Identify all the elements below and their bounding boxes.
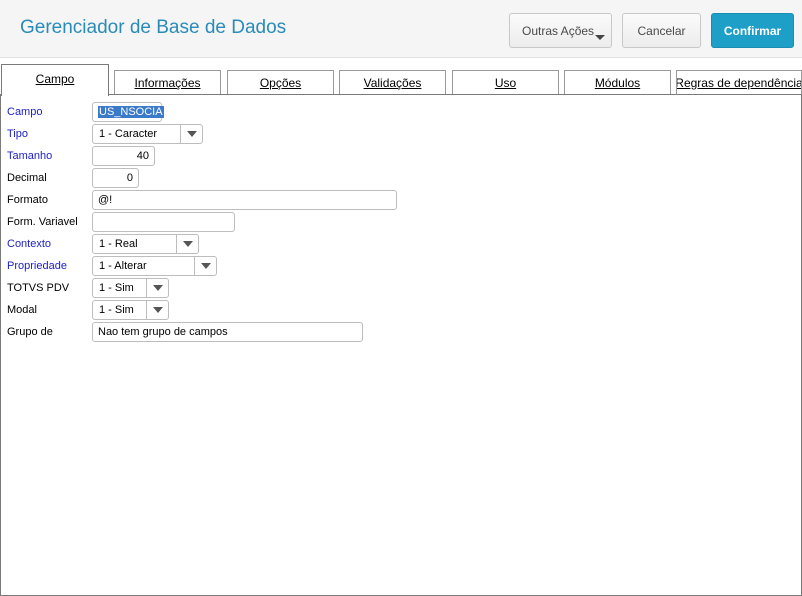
grupo-de-value: Nao tem grupo de campos [98,326,228,338]
campo-value: US_NSOCIA [98,106,164,118]
dropdown-arrow-icon [152,285,163,291]
tab-uso[interactable]: Uso [452,70,559,95]
tab-regras-dependencia[interactable]: Regras de dependência [676,70,802,95]
totvs-pdv-label: TOTVS PDV [7,282,70,294]
totvs-pdv-select[interactable]: 1 - Sim [92,278,169,298]
tab-campo[interactable]: Campo [1,64,109,96]
formato-label: Formato [7,194,48,206]
propriedade-label: Propriedade [7,260,67,272]
contexto-select[interactable]: 1 - Real [92,234,199,254]
campo-label: Campo [7,106,43,118]
contexto-value: 1 - Real [99,238,138,250]
propriedade-select[interactable]: 1 - Alterar [92,256,217,276]
contexto-label: Contexto [7,238,52,250]
propriedade-value: 1 - Alterar [99,260,147,272]
grupo-de-label: Grupo de [7,326,53,338]
grupo-de-input[interactable]: Nao tem grupo de campos [92,322,363,342]
decimal-label: Decimal [7,172,47,184]
page-title: Gerenciador de Base de Dados [20,17,287,38]
tab-informacoes[interactable]: Informações [114,70,221,95]
tab-validacoes[interactable]: Validações [339,70,446,95]
tamanho-value: 40 [136,150,149,162]
form-variavel-input[interactable] [92,212,235,232]
tipo-value: 1 - Caracter [99,128,158,140]
formato-input[interactable]: @! [92,190,397,210]
modal-label: Modal [7,304,37,316]
formato-value: @! [98,194,113,206]
header-bar: Gerenciador de Base de Dados Outras Açõe… [0,0,802,58]
tab-bar: Campo Informações Opções Validações Uso … [0,64,802,96]
other-actions-button[interactable]: Outras Ações [509,13,612,48]
other-actions-label: Outras Ações [522,23,595,38]
tamanho-input[interactable]: 40 [92,146,155,166]
modal-value: 1 - Sim [99,304,134,316]
chevron-down-icon [595,35,605,40]
dropdown-arrow-icon [182,241,193,247]
totvs-pdv-value: 1 - Sim [99,282,134,294]
decimal-value: 0 [126,172,133,184]
tab-opcoes[interactable]: Opções [227,70,334,95]
form-variavel-label: Form. Variavel [7,216,78,228]
modal-select[interactable]: 1 - Sim [92,300,169,320]
dropdown-arrow-icon [152,307,163,313]
decimal-input[interactable]: 0 [92,168,139,188]
dropdown-arrow-icon [200,263,211,269]
form-panel: Campo US_NSOCIA Tipo 1 - Caracter Tamanh… [0,94,802,596]
tamanho-label: Tamanho [7,150,53,162]
confirm-button[interactable]: Confirmar [711,13,794,48]
tipo-select[interactable]: 1 - Caracter [92,124,203,144]
campo-input[interactable]: US_NSOCIA [92,102,164,122]
tab-modulos[interactable]: Módulos [564,70,671,95]
dropdown-arrow-icon [186,131,197,137]
tipo-label: Tipo [7,128,28,140]
cancel-button[interactable]: Cancelar [622,13,701,48]
